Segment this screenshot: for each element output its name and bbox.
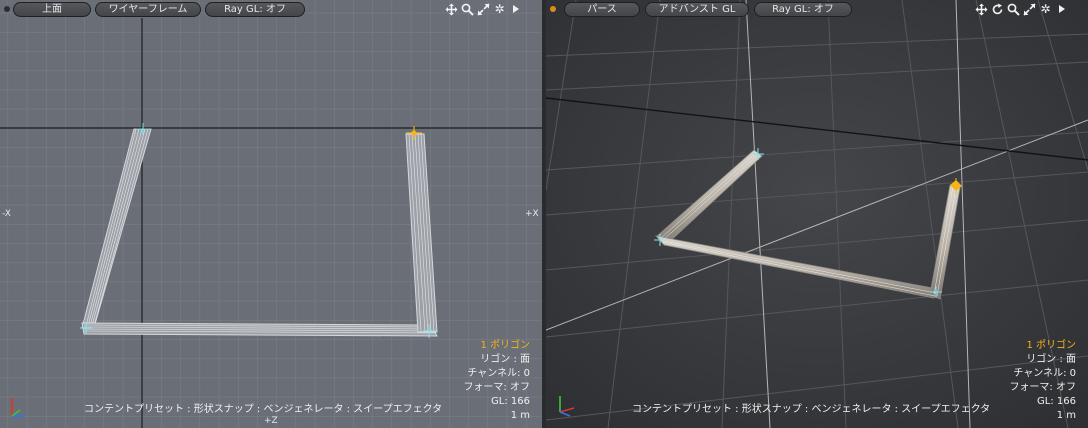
gl-poly-count: GL: 166 [491,396,530,407]
play-arrow-icon[interactable] [1055,2,1068,16]
viewport-menu-dot[interactable] [550,6,556,12]
perspective-canvas[interactable] [546,0,1088,428]
channel-count: チャンネル: 0 [1013,368,1076,379]
right-viewport-perspective[interactable]: パース アドバンスト GL Ray GL: オフ ✲ コンテントプリセット: … [546,0,1088,428]
channel-count: チャンネル: 0 [467,368,530,379]
view-type-button[interactable]: 上面 [13,2,91,17]
viewport-info-panel: 1 ポリゴン リゴン : 面 チャンネル: 0 フォーマ: オフ GL: 166… [1009,339,1076,423]
grid-scale: 1 m [1056,410,1076,421]
shading-mode-button[interactable]: アドバンスト GL [645,2,749,17]
polygon-count: 1 ポリゴン [1026,340,1076,351]
polygon-mode: リゴン : 面 [480,354,530,365]
gear-icon[interactable]: ✲ [1039,2,1052,16]
right-viewport-header: パース アドバンスト GL Ray GL: オフ ✲ [546,0,1088,18]
axis-orientation-gizmo [11,398,24,417]
zoom-view-icon[interactable] [461,2,474,16]
axis-label-pos-z: +Z [264,416,278,426]
left-viewport-tools: ✲ [445,1,522,17]
grid-scale: 1 m [510,410,530,421]
zoom-view-icon[interactable] [1007,2,1020,16]
polygon-mode: リゴン : 面 [1026,354,1076,365]
polygon-count: 1 ポリゴン [480,340,530,351]
axis-label-neg-x: -X [2,209,11,219]
deformer-state: フォーマ: オフ [463,382,530,393]
raygl-toggle-button[interactable]: Ray GL: オフ [754,2,852,17]
tool-pipe-status: コンテントプリセット : 形状スナップ : ベンジェネレータ : スイープエフェ… [632,404,991,415]
wire-curve-bottom-leg[interactable] [81,322,438,337]
left-viewport-top[interactable]: 上面 ワイヤーフレーム Ray GL: オフ ✲ -X +X +Z コンテントプ… [0,0,542,428]
viewport-info-panel: 1 ポリゴン リゴン : 面 チャンネル: 0 フォーマ: オフ GL: 166… [463,339,530,423]
axis-orientation-gizmo [559,396,575,417]
top-view-canvas[interactable] [0,0,542,428]
move-view-icon[interactable] [445,2,458,16]
view-type-button[interactable]: パース [564,2,640,17]
right-viewport-tools: ✲ [975,1,1068,17]
shading-mode-button[interactable]: ワイヤーフレーム [95,2,201,17]
move-view-icon[interactable] [975,2,988,16]
maximize-view-icon[interactable] [1023,2,1036,16]
axis-label-pos-x: +X [525,209,539,219]
deformer-state: フォーマ: オフ [1009,382,1076,393]
maximize-view-icon[interactable] [477,2,490,16]
rotate-view-icon[interactable] [991,2,1004,16]
left-viewport-header: 上面 ワイヤーフレーム Ray GL: オフ ✲ [0,0,542,18]
raygl-toggle-button[interactable]: Ray GL: オフ [205,2,305,17]
gl-poly-count: GL: 166 [1037,396,1076,407]
viewport-menu-dot[interactable] [4,6,10,12]
play-arrow-icon[interactable] [509,2,522,16]
gear-icon[interactable]: ✲ [493,2,506,16]
tool-pipe-status: コンテントプリセット : 形状スナップ : ベンジェネレータ : スイープエフェ… [84,404,443,415]
